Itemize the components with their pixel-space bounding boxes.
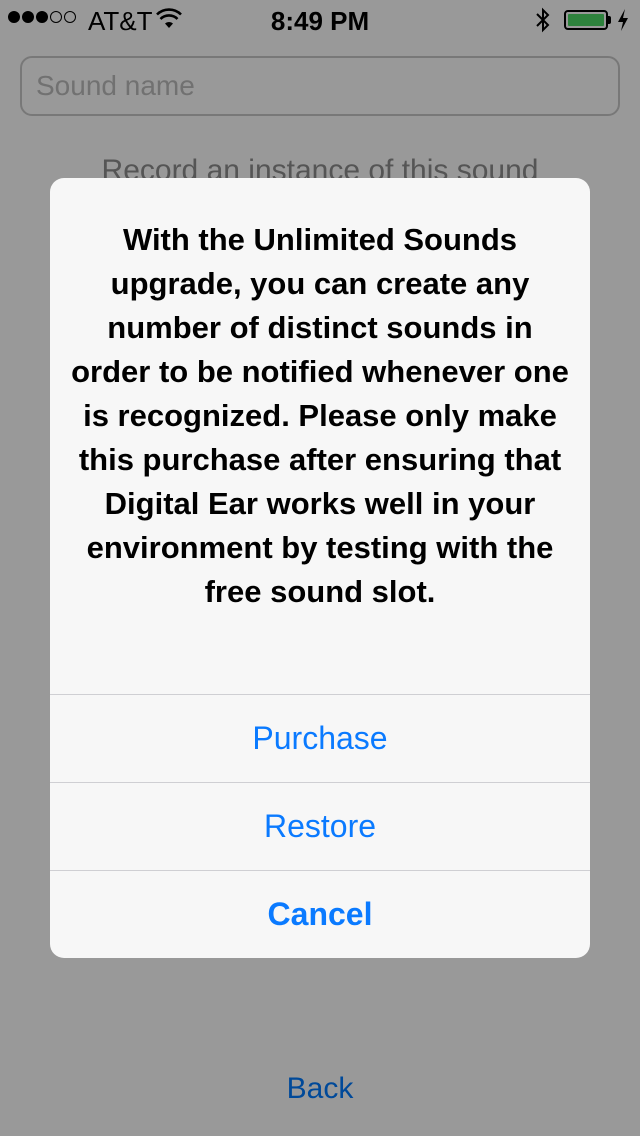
- upgrade-alert: With the Unlimited Sounds upgrade, you c…: [50, 178, 590, 958]
- cancel-button[interactable]: Cancel: [50, 870, 590, 958]
- alert-message: With the Unlimited Sounds upgrade, you c…: [71, 222, 569, 609]
- restore-button[interactable]: Restore: [50, 782, 590, 870]
- purchase-button[interactable]: Purchase: [50, 694, 590, 782]
